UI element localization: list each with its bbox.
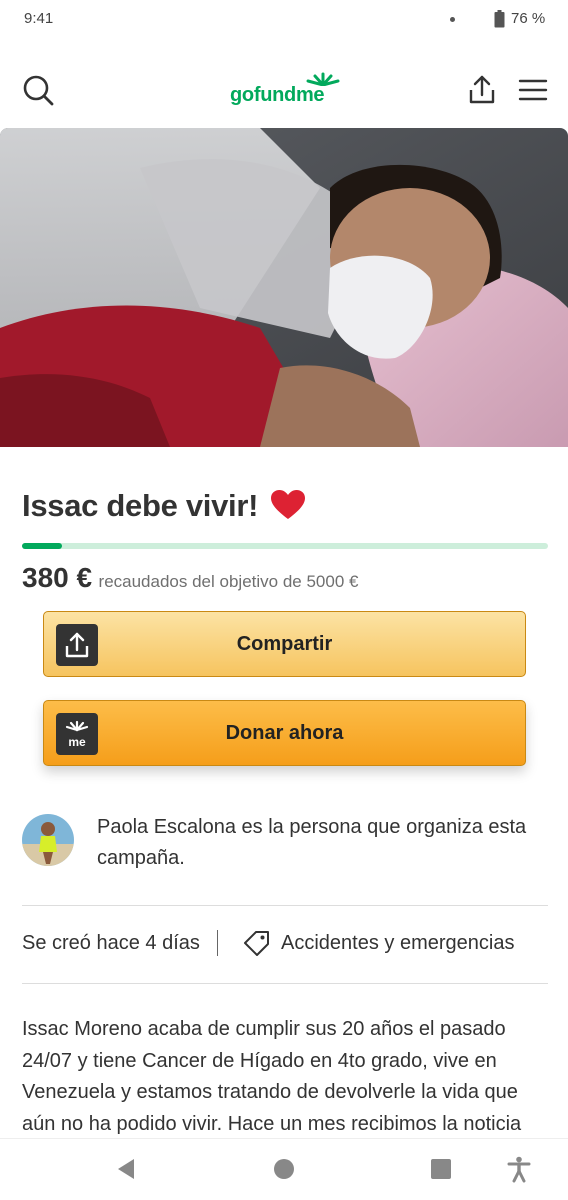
share-icon [469, 75, 495, 104]
campaign-category[interactable]: Accidentes y emergencias [281, 932, 514, 955]
accessibility-icon [507, 1156, 531, 1183]
hero-image [0, 128, 568, 447]
organizer-avatar[interactable] [22, 814, 74, 866]
recents-icon [431, 1159, 451, 1179]
home-icon [274, 1159, 294, 1179]
hamburger-menu-icon [518, 79, 548, 101]
raised-amount: 380 € [22, 562, 93, 593]
logo-text: gofundme [230, 84, 325, 106]
nav-recents-button[interactable] [427, 1155, 455, 1183]
raised-summary: 380 € recaudados del objetivo de 5000 € [22, 562, 358, 594]
donation-progress-fill [22, 543, 62, 549]
search-button[interactable] [18, 70, 58, 110]
header-share-button[interactable] [462, 70, 502, 110]
battery-percentage: 76 % [511, 10, 546, 27]
donate-button[interactable]: me Donar ahora [43, 700, 526, 766]
tag-icon [244, 931, 269, 956]
campaign-hero-photo[interactable] [0, 128, 568, 447]
created-date: Se creó hace 4 días [22, 932, 200, 954]
back-icon [118, 1159, 134, 1179]
status-bar: 9:41 76 % [0, 0, 568, 40]
divider [22, 983, 548, 984]
nav-accessibility-button[interactable] [505, 1155, 533, 1183]
nav-home-button[interactable] [270, 1155, 298, 1183]
meta-separator [217, 930, 218, 956]
divider [22, 905, 548, 906]
gofundme-logo[interactable]: gofundme [230, 72, 340, 112]
organizer-section: Paola Escalona es la persona que organiz… [22, 812, 548, 872]
search-icon [23, 75, 54, 106]
nav-back-button[interactable] [112, 1155, 140, 1183]
status-time: 9:41 [24, 10, 54, 27]
donation-progress-bar [22, 543, 548, 549]
logo-sprout-icon [306, 72, 340, 86]
raised-goal-text: recaudados del objetivo de 5000 € [98, 572, 359, 591]
battery-icon [494, 10, 505, 28]
heart-icon [271, 490, 306, 519]
donate-button-label: Donar ahora [225, 722, 344, 744]
campaign-title-text: Issac debe vivir! [22, 488, 259, 523]
campaign-story: Issac Moreno acaba de cumplir sus 20 año… [22, 1018, 522, 1135]
notification-dot-icon [450, 17, 455, 22]
system-navigation-bar [0, 1138, 568, 1200]
menu-button[interactable] [512, 70, 554, 110]
share-button-label: Compartir [236, 633, 333, 655]
share-button[interactable]: Compartir [43, 611, 526, 677]
avatar-image [22, 814, 74, 866]
organizer-text: Paola Escalona es la persona que organiz… [97, 816, 527, 869]
app-header: gofundme [0, 58, 568, 122]
campaign-title: Issac debe vivir! [22, 488, 306, 524]
